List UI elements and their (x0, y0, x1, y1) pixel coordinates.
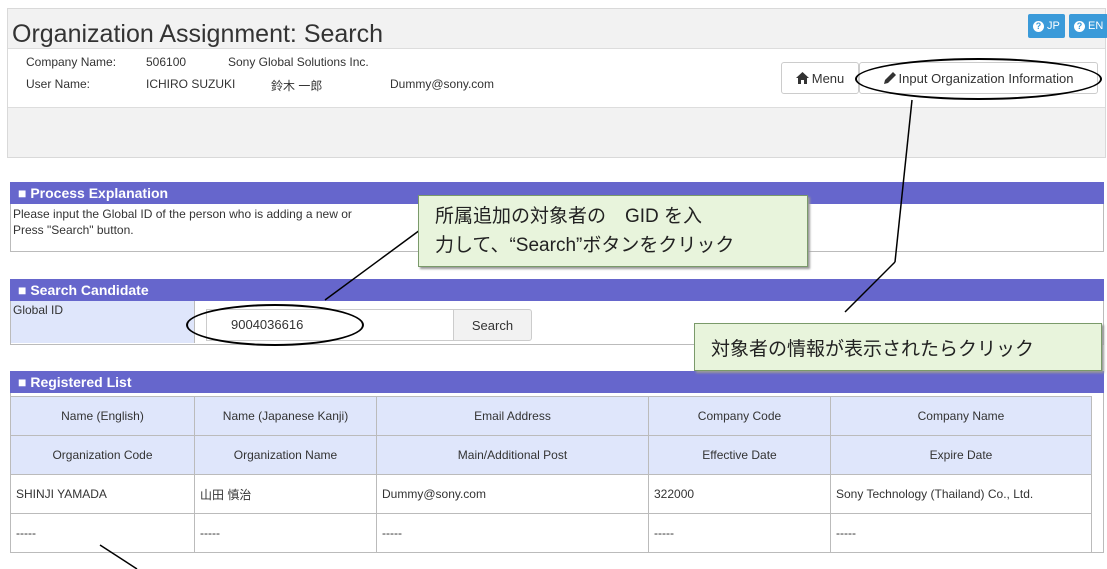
callout-gid-line-2: 力して、“Search”ボタンをクリック (435, 235, 735, 256)
callout-gid-line-1: 所属追加の対象者の GID を入 (435, 206, 703, 227)
callout-gid-instruction: 所属追加の対象者の GID を入 力して、“Search”ボタンをクリック (418, 195, 808, 267)
callout-click-note: 対象者の情報が表示されたらクリック (694, 323, 1102, 371)
annotation-lines (99, 99, 913, 569)
